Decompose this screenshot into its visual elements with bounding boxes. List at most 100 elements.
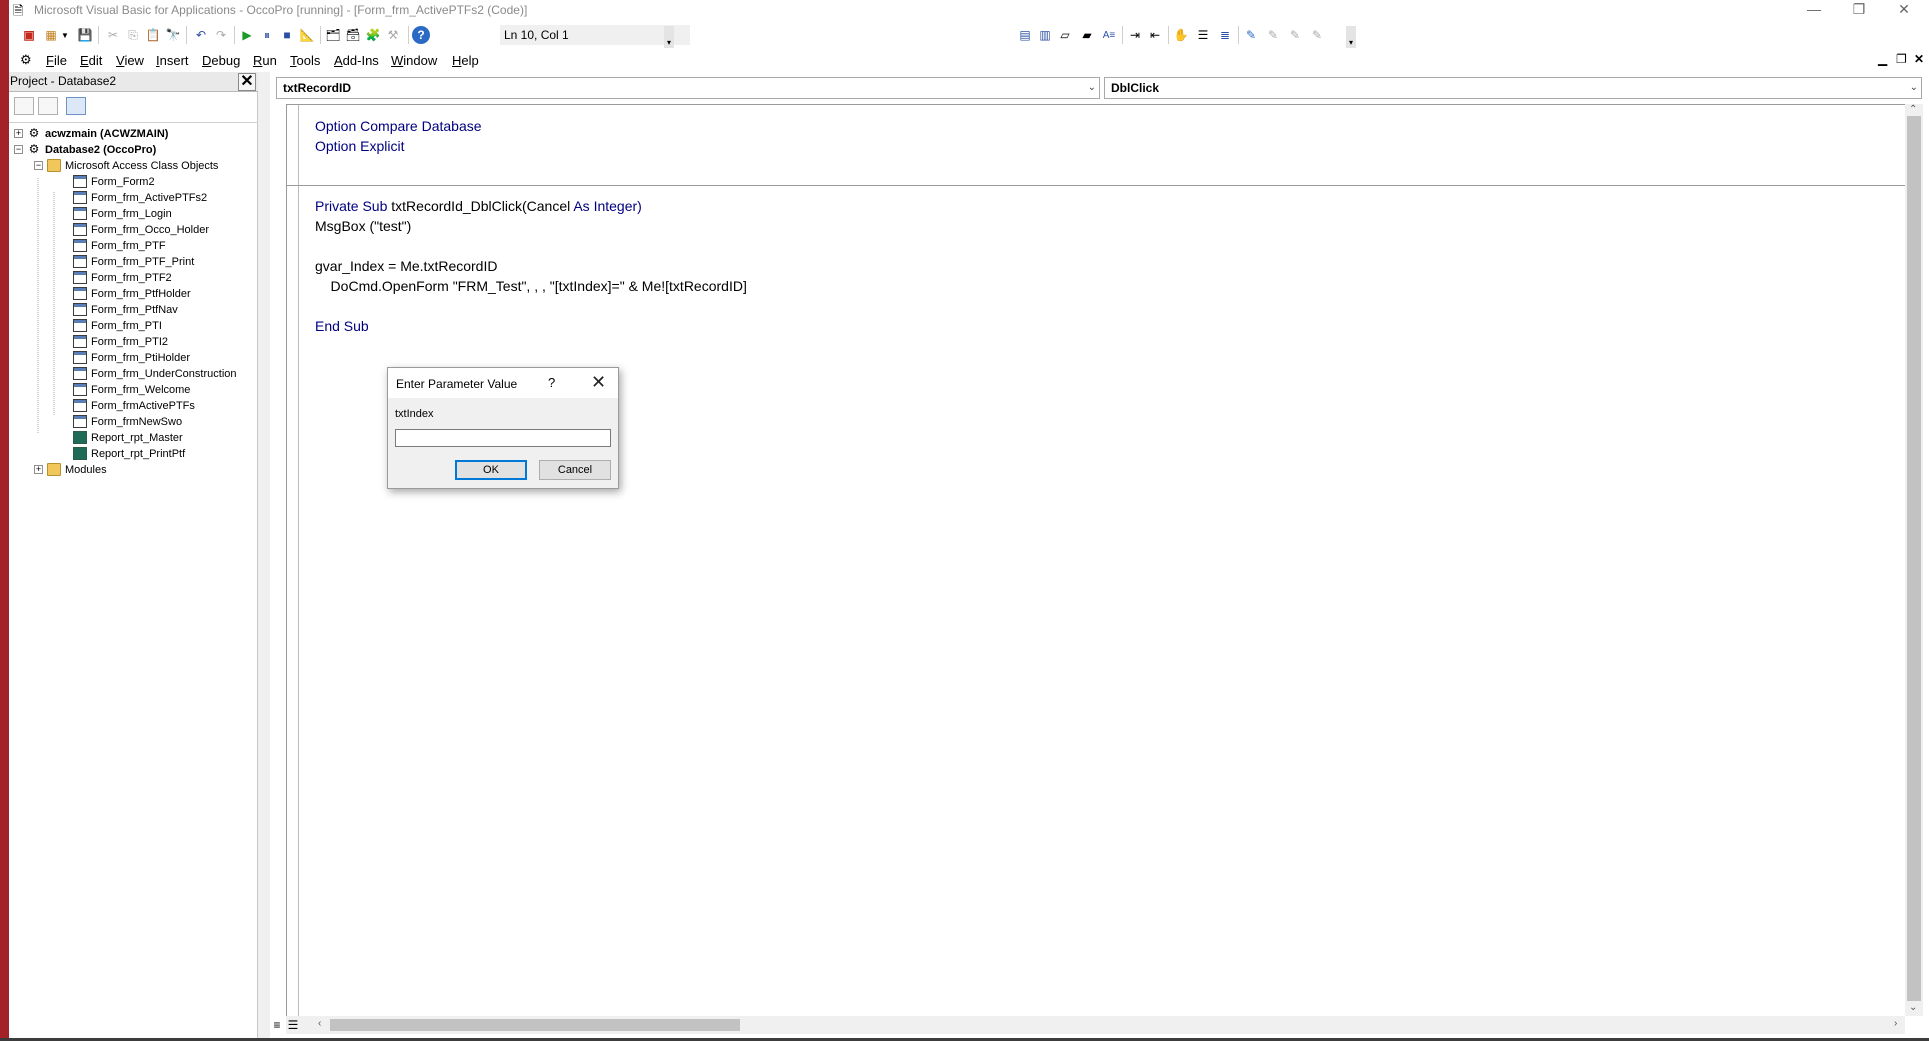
tree-node-form[interactable]: Form_frm_Welcome [73, 382, 190, 397]
copy-icon[interactable]: ⎘ [124, 26, 142, 44]
menu-file[interactable]: File [46, 53, 67, 68]
toolbox-icon[interactable]: ⚒ [384, 26, 402, 44]
menu-help[interactable]: Help [452, 53, 479, 68]
tree-node-folder[interactable]: + Modules [34, 462, 107, 477]
redo-icon[interactable]: ↷ [212, 26, 230, 44]
tree-node-form[interactable]: Form_frm_Login [73, 206, 172, 221]
tree-node-form[interactable]: Form_frm_PTF [73, 238, 166, 253]
ok-button[interactable]: OK [455, 460, 527, 480]
parameter-input[interactable] [395, 429, 611, 447]
complete-word-icon[interactable]: A≡ [1100, 26, 1118, 44]
minimize-button[interactable]: — [1792, 0, 1836, 20]
project-close-icon[interactable]: ✕ [238, 73, 256, 91]
full-module-view-icon[interactable]: ☰ [286, 1018, 300, 1032]
tree-node-form[interactable]: Form_frm_PTI2 [73, 334, 168, 349]
uncomment-block-icon[interactable]: ≣ [1216, 26, 1234, 44]
tree-node-form[interactable]: Form_frm_PtfNav [73, 302, 178, 317]
list-properties-icon[interactable]: ▤ [1016, 26, 1034, 44]
code-editor[interactable]: Option Compare Database Option Explicit … [286, 104, 1905, 1017]
tree-node-form[interactable]: Form_frm_PTI [73, 318, 162, 333]
tree-node-report[interactable]: Report_rpt_Master [73, 430, 183, 445]
menu-run[interactable]: Run [253, 53, 277, 68]
menu-view[interactable]: View [116, 53, 144, 68]
view-object-icon[interactable] [38, 97, 58, 115]
tree-node-form[interactable]: Form_frm_PTF_Print [73, 254, 194, 269]
find-icon[interactable]: 🔭 [164, 26, 182, 44]
close-window-button[interactable]: ✕ [1882, 0, 1926, 20]
toolbar-grip-icon[interactable]: ▾ [664, 26, 674, 48]
outdent-icon[interactable]: ⇤ [1146, 26, 1164, 44]
procedure-combo[interactable]: DblClick ⌄ [1104, 77, 1922, 99]
help-icon[interactable]: ? [548, 375, 555, 390]
collapse-icon[interactable]: − [34, 161, 43, 170]
tree-node-report[interactable]: Report_rpt_PrintPtf [73, 446, 185, 461]
expand-icon[interactable]: + [14, 129, 23, 138]
undo-icon[interactable]: ↶ [192, 26, 210, 44]
vba-menu-icon[interactable]: ⚙ [20, 52, 32, 68]
design-mode-icon[interactable]: 📐 [298, 26, 316, 44]
toggle-folders-icon[interactable] [66, 97, 86, 115]
menu-debug[interactable]: Debug [202, 53, 240, 68]
parameter-info-icon[interactable]: ▰ [1078, 26, 1096, 44]
horizontal-scroll-thumb[interactable] [330, 1019, 740, 1031]
cancel-button[interactable]: Cancel [539, 460, 611, 480]
procedure-view-icon[interactable]: ≡ [270, 1018, 284, 1032]
object-browser-icon[interactable]: 🧩 [364, 26, 382, 44]
view-code-icon[interactable] [14, 97, 34, 115]
menu-edit[interactable]: Edit [80, 53, 102, 68]
close-icon[interactable]: ✕ [591, 372, 606, 393]
tree-node-folder[interactable]: − Microsoft Access Class Objects [34, 158, 218, 173]
help-icon[interactable]: ? [412, 26, 430, 44]
menu-insert[interactable]: Insert [156, 53, 189, 68]
tree-node-project[interactable]: + ⚙ acwzmain (ACWZMAIN) [14, 126, 168, 141]
vertical-scroll-thumb[interactable] [1907, 116, 1921, 1001]
scroll-left-icon[interactable]: ‹ [318, 1018, 321, 1029]
tree-node-form[interactable]: Form_frm_PtfHolder [73, 286, 191, 301]
collapse-icon[interactable]: − [14, 145, 23, 154]
scroll-up-icon[interactable]: ⌃ [1909, 104, 1917, 115]
comment-block-icon[interactable]: ☰ [1194, 26, 1212, 44]
quick-info-icon[interactable]: ▱ [1056, 26, 1074, 44]
toggle-bookmark-icon[interactable]: ✎ [1242, 26, 1260, 44]
paste-icon[interactable]: 📋 [144, 26, 162, 44]
chevron-down-icon[interactable]: ⌄ [1088, 78, 1096, 98]
list-constants-icon[interactable]: ▥ [1036, 26, 1054, 44]
tree-node-form[interactable]: Form_frm_PTF2 [73, 270, 172, 285]
tree-node-form[interactable]: Form_frmActivePTFs [73, 398, 195, 413]
cut-icon[interactable]: ✂ [104, 26, 122, 44]
tree-node-form[interactable]: Form_frm_Occo_Holder [73, 222, 209, 237]
mdi-close-icon[interactable]: ✕ [1914, 52, 1924, 66]
pane-splitter[interactable] [258, 72, 270, 1038]
tree-node-form[interactable]: Form_frm_ActivePTFs2 [73, 190, 207, 205]
previous-bookmark-icon[interactable]: ✎ [1286, 26, 1304, 44]
toggle-breakpoint-icon[interactable]: ✋ [1172, 26, 1190, 44]
menu-window[interactable]: Window [391, 53, 437, 68]
toolbar-grip-icon[interactable]: ▾ [1346, 26, 1356, 48]
indent-icon[interactable]: ⇥ [1126, 26, 1144, 44]
margin-indicator-bar[interactable] [287, 105, 299, 1017]
tree-node-form[interactable]: Form_frm_PtiHolder [73, 350, 190, 365]
expand-icon[interactable]: + [34, 465, 43, 474]
scroll-right-icon[interactable]: › [1894, 1018, 1897, 1029]
object-combo[interactable]: txtRecordID ⌄ [276, 77, 1100, 99]
scroll-down-icon[interactable]: ⌄ [1909, 1002, 1917, 1013]
menu-tools[interactable]: Tools [290, 53, 320, 68]
tree-node-project[interactable]: − ⚙ Database2 (OccoPro) [14, 142, 156, 157]
clear-bookmarks-icon[interactable]: ✎ [1308, 26, 1326, 44]
tree-node-form[interactable]: Form_frm_UnderConstruction [73, 366, 237, 381]
restore-button[interactable]: ❐ [1837, 0, 1881, 20]
run-icon[interactable]: ▶ [238, 26, 256, 44]
reset-icon[interactable]: ■ [278, 26, 296, 44]
chevron-down-icon[interactable]: ⌄ [1910, 78, 1918, 98]
menu-add-ins[interactable]: Add-Ins [334, 53, 379, 68]
view-access-icon[interactable]: ▣ [20, 26, 38, 44]
next-bookmark-icon[interactable]: ✎ [1264, 26, 1282, 44]
project-explorer-icon[interactable]: 🗂 [324, 26, 342, 44]
horizontal-scrollbar[interactable]: ‹ › [286, 1016, 1905, 1034]
tree-node-form[interactable]: Form_frmNewSwo [73, 414, 182, 429]
properties-window-icon[interactable]: 🗃 [344, 26, 362, 44]
mdi-restore-icon[interactable]: ❐ [1896, 52, 1907, 66]
dropdown-arrow-icon[interactable]: ▼ [56, 26, 74, 44]
vertical-scrollbar[interactable]: ⌃ ⌄ [1905, 104, 1923, 1016]
tree-node-form[interactable]: Form_Form2 [73, 174, 155, 189]
